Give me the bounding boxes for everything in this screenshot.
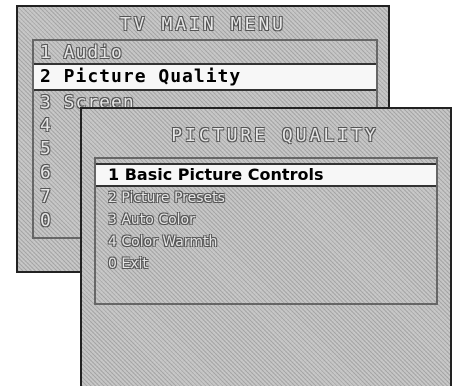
main-menu-item-picture-quality[interactable]: 2 Picture Quality xyxy=(34,63,376,91)
main-menu-item-audio[interactable]: 1 Audio xyxy=(34,41,376,65)
menu-item-color-warmth[interactable]: 4 Color Warmth xyxy=(96,231,436,253)
menu-item-auto-color[interactable]: 3 Auto Color xyxy=(96,209,436,231)
menu-item-basic-picture-controls[interactable]: 1 Basic Picture Controls xyxy=(96,163,436,187)
picture-quality-menu-panel: PICTURE QUALITY 1 Basic Picture Controls… xyxy=(80,107,452,386)
picture-quality-title: PICTURE QUALITY xyxy=(171,125,379,146)
picture-quality-list: 1 Basic Picture Controls 2 Picture Prese… xyxy=(94,157,438,305)
main-menu-title: TV MAIN MENU xyxy=(119,14,287,35)
menu-item-exit[interactable]: 0 Exit xyxy=(96,253,436,275)
menu-item-picture-presets[interactable]: 2 Picture Presets xyxy=(96,187,436,209)
